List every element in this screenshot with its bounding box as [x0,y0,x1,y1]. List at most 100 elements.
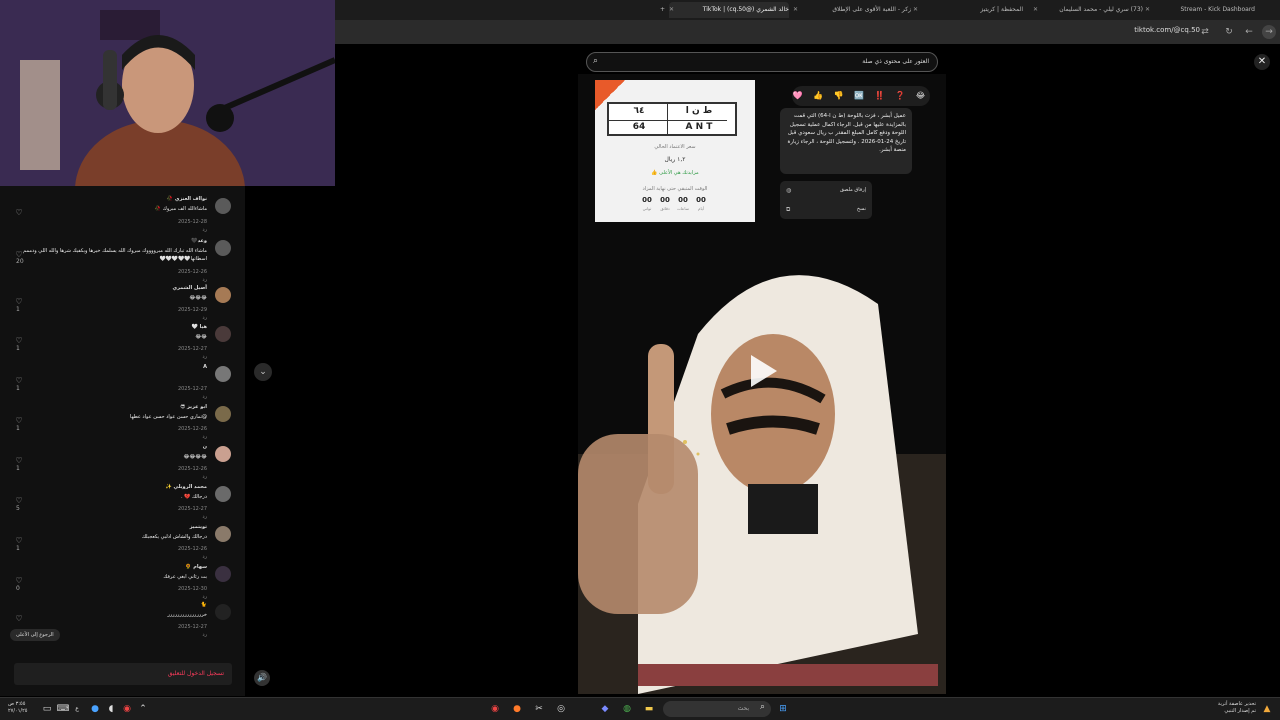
heart-icon[interactable]: ♡ [14,416,24,425]
login-to-comment-link[interactable]: تسجيل الدخول للتعليق [168,670,224,677]
avatar[interactable] [215,566,231,582]
heart-icon[interactable]: ♡ [14,576,24,585]
heart-icon[interactable]: ♡ [14,456,24,465]
bid-status: 👍 مزايدتك هي الأعلى [651,170,699,176]
tab-youtube-video[interactable]: ✕ (73) سري ليلي - محمد السليمان [1033,2,1143,18]
comment-author[interactable]: 🐈 [201,602,207,608]
license-plate: ط ن ا ٦٤ A N T 64 [607,102,737,136]
countdown-unit: أيام [698,206,704,211]
new-tab-button[interactable]: + [653,2,665,18]
comment-author[interactable]: A [203,364,207,370]
app-icon-discord[interactable]: ◆ [598,702,612,716]
comment-author[interactable]: هيا 🤍 [192,324,207,330]
taskbar-search-input[interactable]: بحث ⌕ [663,701,771,717]
app-icon-capcut[interactable]: ✂ [532,702,546,716]
reload-icon[interactable]: ↻ [1222,25,1236,39]
avatar[interactable] [215,198,231,214]
recording-icon[interactable]: ◉ [120,702,134,716]
volume-icon[interactable]: 🔊 [254,670,270,686]
url-text[interactable]: tiktok.com/@cq.50 [1134,26,1200,34]
play-icon[interactable] [751,355,777,387]
comment-input-area[interactable]: تسجيل الدخول للتعليق [14,663,232,685]
reply-button[interactable]: رد [202,315,207,321]
app-icon-obs[interactable]: ◎ [554,702,568,716]
reply-button[interactable]: رد [202,434,207,440]
search-input[interactable]: العثور على محتوى ذي صلة [862,58,929,65]
close-icon[interactable]: ✕ [1254,54,1270,70]
comment-author[interactable]: محمد الرويلي ✨ [166,484,207,490]
reply-button[interactable]: رد [202,354,207,360]
tab-kick-dashboard[interactable]: ✕ Stream - Kick Dashboard [1145,2,1255,18]
folder-icon[interactable]: ▬ [642,702,656,716]
chevron-up-icon[interactable]: ⌃ [136,702,150,716]
avatar[interactable] [215,240,231,256]
tab-tiktok[interactable]: ✕ خالد الشمري (@cq.50) | TikTok [669,2,789,18]
reply-button[interactable]: رد [202,632,207,638]
heart-icon[interactable]: ♡ [14,208,24,217]
close-tab-icon[interactable]: ✕ [913,2,918,18]
forward-icon[interactable]: → [1262,25,1276,39]
heart-icon[interactable]: ♡ [14,536,24,545]
sms-message-bubble[interactable]: عميل أبشر ، فزت باللوحة (ط ن ا-64) التي … [780,108,912,174]
tab-game[interactable]: ✕ زكر - اللعبة الأقوى على الإطلاق [793,2,911,18]
attach-sticker-menu-item[interactable]: ◍ إرفاق ملصق [786,187,866,194]
language-indicator[interactable]: ع [70,702,84,716]
translate-icon[interactable]: ⇄ [1198,25,1212,39]
reply-button[interactable]: رد [202,554,207,560]
comment-author[interactable]: أصيل الشمري [172,285,207,291]
streamer-webcam-image [0,0,335,186]
volume-icon[interactable]: ◖ [104,702,118,716]
reply-button[interactable]: رد [202,594,207,600]
comment-author[interactable]: سهام 🌻 [185,564,207,570]
reply-button[interactable]: رد [202,277,207,283]
app-icon-firefox[interactable]: ● [510,702,524,716]
heart-icon[interactable]: ♡ [14,297,24,306]
comment-author[interactable]: تويتميز [190,524,207,530]
windows-start-icon[interactable]: ⊞ [776,702,790,716]
avatar[interactable] [215,526,231,542]
app-icon-red[interactable]: ◉ [488,702,502,716]
back-to-top-button[interactable]: الرجوع إلى الأعلى [10,629,60,641]
close-tab-icon[interactable]: ✕ [1033,2,1038,18]
copy-menu-item[interactable]: ⧉ نسخ [786,206,866,213]
comment-author[interactable]: وعد🖤 [191,238,207,244]
reply-button[interactable]: رد [202,394,207,400]
avatar[interactable] [215,406,231,422]
reply-button[interactable]: رد [202,227,207,233]
reply-button[interactable]: رد [202,514,207,520]
avatar[interactable] [215,287,231,303]
reaction-bar[interactable]: 🩷 👍 👎 🆗 ‼️ ❓ 😂 [792,86,930,106]
microphone-icon[interactable]: ● [88,702,102,716]
avatar[interactable] [215,446,231,462]
search-icon[interactable]: ⌕ [593,56,598,66]
search-bar[interactable]: ⌕ العثور على محتوى ذي صلة [586,52,938,72]
keyboard-icon[interactable]: ⌨ [56,702,70,716]
taskbar-clock[interactable]: ٣:٥٥ ص ٢٧/٠١/٢٥ [8,701,27,715]
comment-author[interactable]: ابو عزيز 😎 [180,404,207,410]
avatar[interactable] [215,326,231,342]
avatar[interactable] [215,486,231,502]
clock-time: ٣:٥٥ ص [8,701,26,707]
heart-icon[interactable]: ♡ [14,614,24,623]
comment-date: 2025-12-27 [177,506,207,512]
notification-icon[interactable]: ▭ [40,702,54,716]
heart-icon[interactable]: ♡ [14,336,24,345]
comment-text: خررررررررررررررر [167,612,207,618]
weather-alert[interactable]: تحذير عاصفة أتربة تم إصدار التنبي [1218,701,1256,715]
warning-icon[interactable]: ▲ [1260,702,1274,716]
reply-button[interactable]: رد [202,474,207,480]
avatar[interactable] [215,366,231,382]
heart-icon[interactable]: ♡ [14,496,24,505]
app-icon-chrome[interactable]: ◍ [620,702,634,716]
comment-author[interactable]: ن [203,444,207,450]
close-tab-icon[interactable]: ✕ [793,2,798,18]
close-tab-icon[interactable]: ✕ [669,2,674,18]
close-tab-icon[interactable]: ✕ [1145,2,1150,18]
comment-author[interactable]: نوااف العنزي 🥀 [167,196,207,202]
like-count: 1 [16,545,20,552]
avatar[interactable] [215,604,231,620]
tab-wallet[interactable]: ✕ المحفظة | كريتيز [913,2,1023,18]
back-icon[interactable]: ← [1242,25,1256,39]
heart-icon[interactable]: ♡ [14,376,24,385]
chevron-down-icon[interactable]: ⌄ [254,363,272,381]
